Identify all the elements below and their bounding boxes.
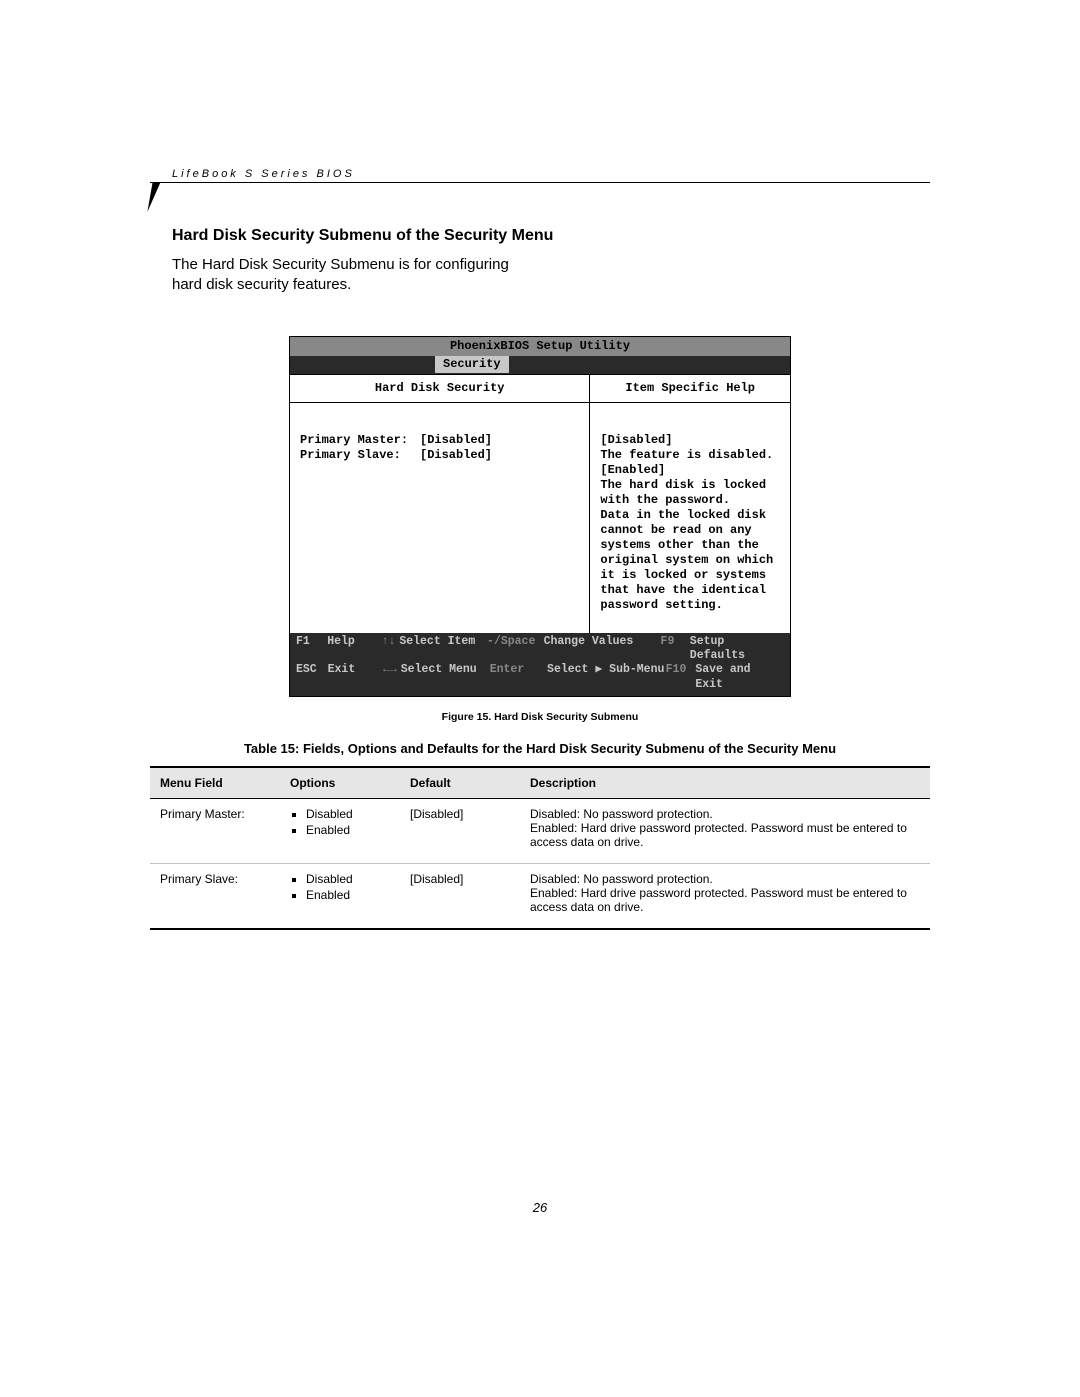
cell-description: Disabled: No password protection. Enable… bbox=[520, 864, 930, 930]
intro-text: The Hard Disk Security Submenu is for co… bbox=[172, 255, 930, 296]
bios-left-heading: Hard Disk Security bbox=[290, 375, 589, 403]
table-caption: Table 15: Fields, Options and Defaults f… bbox=[150, 741, 930, 756]
cell-field: Primary Master: bbox=[150, 799, 280, 864]
intro-line: hard disk security features. bbox=[172, 276, 351, 293]
th-menu-field: Menu Field bbox=[150, 767, 280, 799]
fkey: ESC bbox=[296, 663, 328, 692]
th-default: Default bbox=[400, 767, 520, 799]
option-item: Enabled bbox=[306, 823, 390, 837]
page-number: 26 bbox=[0, 1200, 1080, 1215]
bios-screenshot: PhoenixBIOS Setup Utility Security Hard … bbox=[289, 336, 791, 698]
help-line: [Enabled] bbox=[600, 463, 780, 478]
option-item: Disabled bbox=[306, 807, 390, 821]
cell-options: Disabled Enabled bbox=[280, 864, 400, 930]
th-description: Description bbox=[520, 767, 930, 799]
fkey: -/Space bbox=[487, 635, 544, 664]
bios-title: PhoenixBIOS Setup Utility bbox=[290, 337, 790, 356]
bios-tab-security: Security bbox=[435, 356, 509, 373]
bios-field-value: [Disabled] bbox=[420, 448, 492, 463]
help-line: [Disabled] bbox=[600, 433, 780, 448]
help-line: original system on which bbox=[600, 553, 780, 568]
help-line: that have the identical bbox=[600, 583, 780, 598]
fkey-label: Select Item bbox=[399, 635, 487, 664]
figure-caption: Figure 15. Hard Disk Security Submenu bbox=[150, 711, 930, 723]
table-row: Primary Master: Disabled Enabled [Disabl… bbox=[150, 799, 930, 864]
bios-help-text: [Disabled] The feature is disabled. [Ena… bbox=[590, 403, 790, 623]
bios-right-heading: Item Specific Help bbox=[590, 375, 790, 403]
cell-default: [Disabled] bbox=[400, 799, 520, 864]
help-line: The hard disk is locked bbox=[600, 478, 780, 493]
table-row: Primary Slave: Disabled Enabled [Disable… bbox=[150, 864, 930, 930]
fkey-label: Change Values bbox=[544, 635, 661, 664]
cell-description: Disabled: No password protection. Enable… bbox=[520, 799, 930, 864]
fkey-label: Exit bbox=[328, 663, 379, 692]
option-item: Enabled bbox=[306, 888, 390, 902]
bios-tabbar: Security bbox=[290, 356, 790, 374]
fkey-label: Save and Exit bbox=[695, 663, 784, 692]
fkey-label: Select Menu bbox=[401, 663, 490, 692]
accent-mark bbox=[147, 182, 160, 212]
bios-footer: F1 Help ↑↓ Select Item -/Space Change Va… bbox=[290, 633, 790, 697]
help-line: The feature is disabled. bbox=[600, 448, 780, 463]
fkey-label: Setup Defaults bbox=[690, 635, 784, 664]
arrow-icon: ←→ bbox=[379, 663, 401, 692]
fkey: F10 bbox=[666, 663, 696, 692]
help-line: Data in the locked disk bbox=[600, 508, 780, 523]
option-item: Disabled bbox=[306, 872, 390, 886]
help-line: systems other than the bbox=[600, 538, 780, 553]
fkey: F1 bbox=[296, 635, 327, 664]
arrow-icon: ↑↓ bbox=[378, 635, 399, 664]
th-options: Options bbox=[280, 767, 400, 799]
section-heading: Hard Disk Security Submenu of the Securi… bbox=[172, 227, 930, 245]
intro-line: The Hard Disk Security Submenu is for co… bbox=[172, 256, 509, 273]
cell-default: [Disabled] bbox=[400, 864, 520, 930]
bios-field-value: [Disabled] bbox=[420, 433, 492, 448]
help-line: it is locked or systems bbox=[600, 568, 780, 583]
cell-options: Disabled Enabled bbox=[280, 799, 400, 864]
cell-field: Primary Slave: bbox=[150, 864, 280, 930]
help-line: with the password. bbox=[600, 493, 780, 508]
fkey-label: Help bbox=[327, 635, 378, 664]
bios-field-row: Primary Master: [Disabled] bbox=[300, 433, 579, 448]
help-line: password setting. bbox=[600, 598, 780, 613]
fkey: F9 bbox=[661, 635, 690, 664]
running-header: LifeBook S Series BIOS bbox=[172, 168, 355, 180]
options-table: Menu Field Options Default Description P… bbox=[150, 766, 930, 930]
bios-field-row: Primary Slave: [Disabled] bbox=[300, 448, 579, 463]
bios-field-label: Primary Slave: bbox=[300, 448, 420, 463]
help-line: cannot be read on any bbox=[600, 523, 780, 538]
fkey-label: Select ▶ Sub-Menu bbox=[547, 663, 666, 692]
bios-field-label: Primary Master: bbox=[300, 433, 420, 448]
fkey: Enter bbox=[490, 663, 547, 692]
